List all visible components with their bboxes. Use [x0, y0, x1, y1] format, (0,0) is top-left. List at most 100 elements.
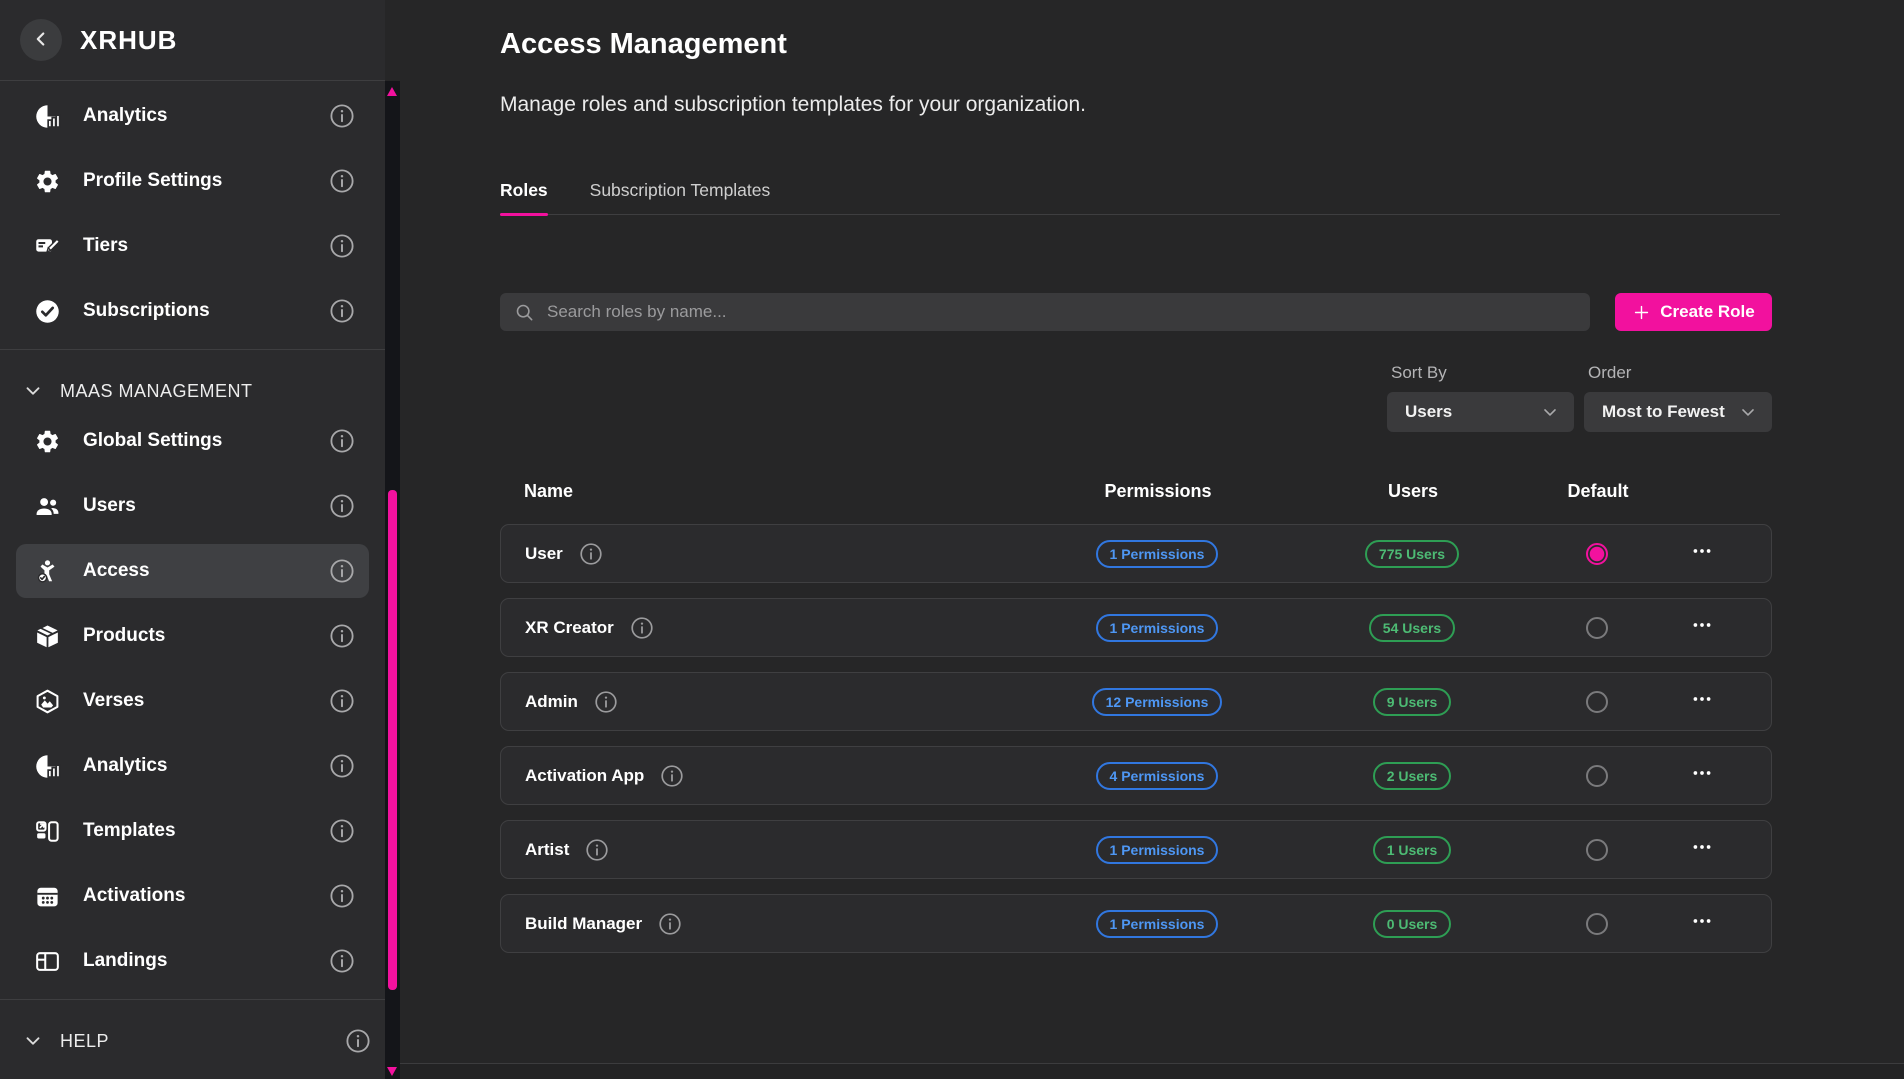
info-icon[interactable] [329, 623, 355, 649]
plus-icon [1632, 303, 1651, 322]
info-icon[interactable] [329, 753, 355, 779]
row-menu-button[interactable] [1687, 835, 1717, 865]
pie-chart-icon [34, 753, 61, 780]
permissions-badge[interactable]: 1 Permissions [1096, 614, 1219, 642]
permissions-badge[interactable]: 1 Permissions [1096, 836, 1219, 864]
row-menu-button[interactable] [1687, 687, 1717, 717]
scroll-down-arrow-icon[interactable] [387, 1067, 397, 1076]
info-icon[interactable] [345, 1028, 371, 1054]
roles-table: User1 Permissions775 UsersXR Creator1 Pe… [500, 524, 1772, 968]
back-button[interactable] [20, 19, 62, 61]
sidebar-item-profile-settings[interactable]: Profile Settings [16, 154, 369, 208]
sidebar-item-label: Landings [83, 950, 329, 972]
permissions-badge[interactable]: 12 Permissions [1092, 688, 1223, 716]
sidebar-item-verses[interactable]: Verses [16, 674, 369, 728]
default-cell [1537, 913, 1657, 935]
chevron-down-icon [22, 380, 44, 402]
page-title: Access Management [500, 28, 787, 61]
sidebar-item-access[interactable]: Access [16, 544, 369, 598]
app-logo: XRHUB [80, 25, 177, 56]
default-cell [1537, 765, 1657, 787]
sort-by-dropdown[interactable]: Users [1387, 392, 1574, 432]
sidebar-item-landings[interactable]: Landings [16, 934, 369, 988]
info-icon[interactable] [585, 838, 609, 862]
info-icon[interactable] [630, 616, 654, 640]
toolbar: Create Role [500, 293, 1772, 331]
info-icon[interactable] [329, 688, 355, 714]
default-radio[interactable] [1586, 913, 1608, 935]
section-header-maas-management[interactable]: MAAS MANAGEMENT [0, 368, 385, 414]
row-menu-button[interactable] [1687, 761, 1717, 791]
users-badge[interactable]: 2 Users [1373, 762, 1452, 790]
info-icon[interactable] [329, 103, 355, 129]
users-badge[interactable]: 54 Users [1369, 614, 1455, 642]
order-dropdown[interactable]: Most to Fewest [1584, 392, 1772, 432]
sidebar-item-tiers[interactable]: Tiers [16, 219, 369, 273]
sidebar-item-subscriptions[interactable]: Subscriptions [16, 284, 369, 338]
card-edit-icon [34, 233, 61, 260]
sidebar-item-label: Analytics [83, 755, 329, 777]
info-icon[interactable] [329, 818, 355, 844]
info-icon[interactable] [594, 690, 618, 714]
permissions-badge[interactable]: 1 Permissions [1096, 540, 1219, 568]
scroll-up-arrow-icon[interactable] [387, 87, 397, 96]
users-badge[interactable]: 1 Users [1373, 836, 1452, 864]
permissions-badge[interactable]: 1 Permissions [1096, 910, 1219, 938]
info-icon[interactable] [329, 493, 355, 519]
ellipsis-icon [1691, 614, 1713, 641]
sidebar-item-analytics[interactable]: Analytics [16, 739, 369, 793]
info-icon[interactable] [579, 542, 603, 566]
users-cell: 1 Users [1287, 836, 1537, 864]
default-radio[interactable] [1586, 765, 1608, 787]
info-icon[interactable] [329, 168, 355, 194]
create-role-button[interactable]: Create Role [1615, 293, 1772, 331]
row-menu-button[interactable] [1687, 539, 1717, 569]
calendar-icon [34, 883, 61, 910]
info-icon[interactable] [329, 558, 355, 584]
users-badge[interactable]: 0 Users [1373, 910, 1452, 938]
info-icon[interactable] [329, 883, 355, 909]
menu-cell [1657, 835, 1747, 865]
people-icon [34, 493, 61, 520]
chevron-down-icon [22, 1030, 44, 1052]
column-header-default: Default [1538, 481, 1658, 502]
info-icon[interactable] [658, 912, 682, 936]
sidebar-item-activations[interactable]: Activations [16, 869, 369, 923]
search-box[interactable] [500, 293, 1590, 331]
info-icon[interactable] [329, 428, 355, 454]
users-badge[interactable]: 775 Users [1365, 540, 1459, 568]
info-icon[interactable] [660, 764, 684, 788]
default-radio[interactable] [1586, 543, 1608, 565]
layout-template-icon [34, 818, 61, 845]
sidebar-item-products[interactable]: Products [16, 609, 369, 663]
info-icon[interactable] [329, 233, 355, 259]
default-radio[interactable] [1586, 617, 1608, 639]
permissions-cell: 12 Permissions [1027, 688, 1287, 716]
search-input[interactable] [547, 302, 1576, 322]
sidebar-item-analytics[interactable]: Analytics [16, 89, 369, 143]
section-header-help[interactable]: HELP [0, 1018, 385, 1064]
role-name-cell: User [525, 542, 1027, 566]
sidebar-scrollbar[interactable] [385, 81, 400, 1079]
sidebar-scrollbar-thumb[interactable] [388, 490, 397, 990]
sidebar-item-templates[interactable]: Templates [16, 804, 369, 858]
users-badge[interactable]: 9 Users [1373, 688, 1452, 716]
permissions-badge[interactable]: 4 Permissions [1096, 762, 1219, 790]
role-name: Artist [525, 840, 569, 860]
sidebar-item-label: Analytics [83, 105, 329, 127]
default-radio[interactable] [1586, 691, 1608, 713]
row-menu-button[interactable] [1687, 613, 1717, 643]
default-radio[interactable] [1586, 839, 1608, 861]
app-root: XRHUB Analytics Profile Settings Tiers Subs… [0, 0, 1904, 1079]
sidebar-item-users[interactable]: Users [16, 479, 369, 533]
accessibility-check-icon [34, 558, 61, 585]
sidebar-item-global-settings[interactable]: Global Settings [16, 414, 369, 468]
order-label: Order [1588, 363, 1772, 383]
tab-roles[interactable]: Roles [500, 170, 548, 214]
info-icon[interactable] [329, 948, 355, 974]
default-cell [1537, 691, 1657, 713]
tab-subscription-templates[interactable]: Subscription Templates [590, 170, 771, 214]
info-icon[interactable] [329, 298, 355, 324]
row-menu-button[interactable] [1687, 909, 1717, 939]
box-icon [34, 623, 61, 650]
